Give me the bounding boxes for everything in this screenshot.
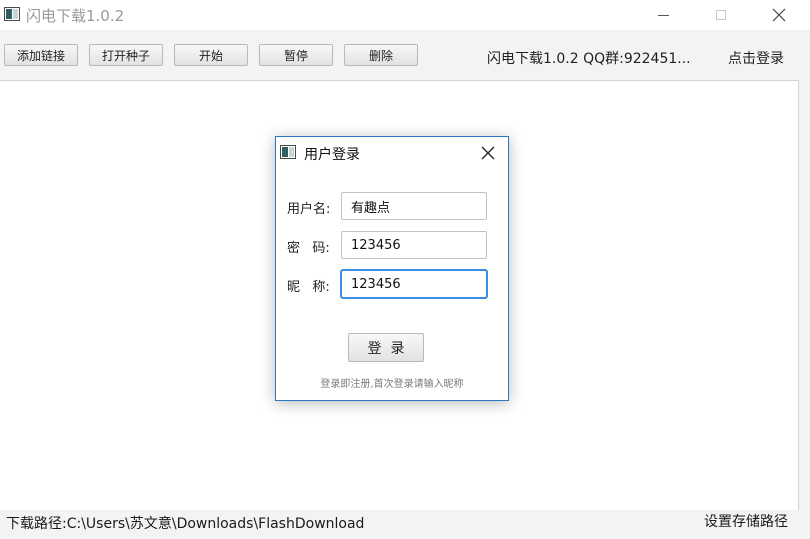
login-link[interactable]: 点击登录 (728, 48, 784, 68)
dialog-close-button[interactable] (478, 143, 498, 163)
main-window: 闪电下载1.0.2 添加链接 打开种子 开始 暂停 删除 闪电下载1.0.2 Q… (0, 0, 810, 539)
open-torrent-button[interactable]: 打开种子 (89, 44, 163, 66)
close-icon (481, 146, 495, 160)
dialog-app-icon (280, 145, 296, 159)
maximize-button[interactable] (698, 0, 744, 30)
login-hint-text: 登录即注册,首次登录请输入昵称 (320, 379, 464, 390)
username-label: 用户名: (287, 202, 331, 217)
dialog-title: 用户登录 (304, 147, 360, 163)
minimize-icon (657, 14, 669, 16)
delete-button[interactable]: 删除 (344, 44, 418, 66)
password-label: 密 码: (287, 241, 330, 256)
window-close-button[interactable] (756, 0, 802, 30)
download-path-text: 下载路径:C:\Users\苏文意\Downloads\FlashDownloa… (6, 516, 365, 532)
nickname-field[interactable] (341, 270, 487, 298)
status-bar: 下载路径:C:\Users\苏文意\Downloads\FlashDownloa… (0, 510, 810, 539)
pause-button[interactable]: 暂停 (259, 44, 333, 66)
window-title: 闪电下载1.0.2 (26, 7, 125, 25)
nickname-label: 昵 称: (287, 280, 330, 295)
minimize-button[interactable] (640, 0, 686, 30)
app-window-icon (4, 7, 20, 21)
close-icon (772, 8, 786, 22)
add-link-button[interactable]: 添加链接 (4, 44, 78, 66)
start-button[interactable]: 开始 (174, 44, 248, 66)
maximize-icon (716, 10, 726, 20)
login-button[interactable]: 登 录 (348, 333, 424, 362)
password-field[interactable] (341, 231, 487, 259)
title-bar: 闪电下载1.0.2 (0, 0, 810, 30)
username-field[interactable] (341, 192, 487, 220)
login-dialog: 用户登录 用户名: 密 码: 昵 称: 登 录 登录即注册,首次登录请输入昵称 (275, 136, 509, 401)
toolbar: 添加链接 打开种子 开始 暂停 删除 闪电下载1.0.2 QQ群:922451.… (0, 30, 810, 80)
app-info-text: 闪电下载1.0.2 QQ群:922451... (487, 51, 691, 67)
set-storage-path-link[interactable]: 设置存储路径 (704, 511, 788, 531)
